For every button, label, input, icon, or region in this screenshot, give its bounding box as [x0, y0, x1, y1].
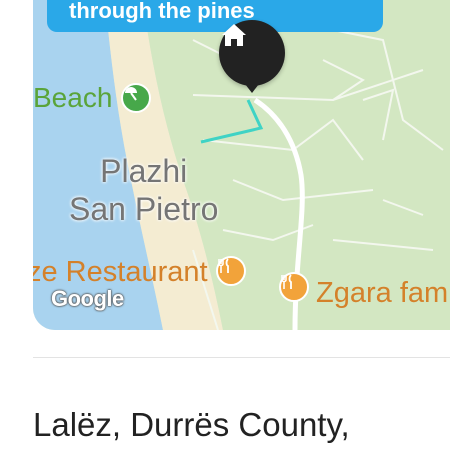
zgara-restaurant-label: Zgara fam: [316, 277, 449, 309]
restaurant-icon[interactable]: [279, 272, 309, 302]
area-label-line1: Plazhi: [100, 153, 188, 189]
google-attribution-logo: Google: [51, 286, 124, 311]
restaurant-label: ze Restaurant: [33, 256, 208, 288]
map-view[interactable]: through the pines Beach Plazhi San Pietr…: [33, 0, 450, 330]
beach-umbrella-icon[interactable]: [121, 83, 151, 113]
map-callout-text: through the pines: [69, 0, 255, 23]
listing-location: Lalëz, Durrës County,: [33, 406, 350, 443]
beach-label: Beach: [33, 82, 113, 113]
restaurant-icon[interactable]: [216, 256, 246, 286]
section-divider: [33, 357, 450, 358]
map-callout[interactable]: through the pines: [47, 0, 383, 32]
area-label: Plazhi San Pietro: [69, 152, 218, 228]
area-label-line2: San Pietro: [69, 191, 219, 227]
home-icon: [222, 24, 246, 46]
home-location-pin[interactable]: [219, 20, 285, 93]
